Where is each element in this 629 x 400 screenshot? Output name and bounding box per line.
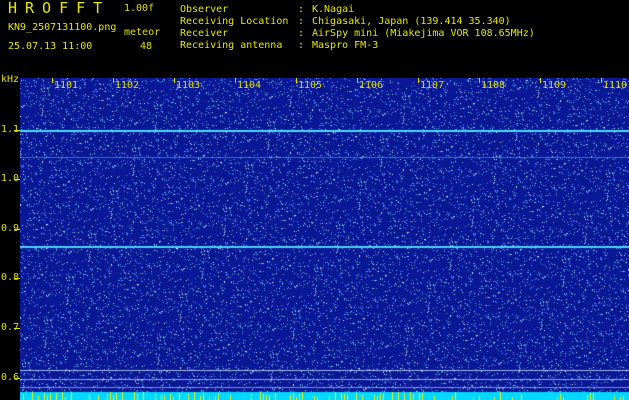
x-tick-label: 1104 bbox=[237, 80, 262, 91]
info-value: Chigasaki, Japan (139.414 35.340) bbox=[312, 16, 511, 27]
x-tick bbox=[418, 78, 419, 83]
meteor-label: meteor bbox=[124, 27, 161, 38]
x-tick-label: 1103 bbox=[176, 80, 201, 91]
info-row-location: Receiving Location: Chigasaki, Japan (139… bbox=[180, 16, 511, 27]
x-tick-label: 1109 bbox=[542, 80, 567, 91]
x-tick bbox=[601, 78, 602, 83]
info-key: Receiving antenna bbox=[180, 40, 283, 51]
info-key: Receiving Location bbox=[180, 16, 289, 27]
x-tick-label: 1106 bbox=[359, 80, 384, 91]
info-value: AirSpy mini (Miakejima VOR 108.65MHz) bbox=[312, 28, 535, 39]
info-key: Receiver bbox=[180, 28, 229, 39]
app-title: HROFFT bbox=[8, 0, 111, 17]
x-tick bbox=[113, 78, 114, 83]
filename-label: KN9_2507131100.png bbox=[8, 22, 117, 33]
info-value: Maspro FM-3 bbox=[312, 40, 379, 51]
info-value: K.Nagai bbox=[312, 4, 355, 15]
y-axis: 1.1 1.0 0.9 0.8 0.7 0.6 bbox=[0, 72, 20, 400]
info-row-antenna: Receiving antenna: Maspro FM-3 bbox=[180, 40, 379, 51]
x-tick bbox=[540, 78, 541, 83]
x-tick-label: 1101 bbox=[54, 80, 79, 91]
datetime-label: 25.07.13 11:00 bbox=[8, 41, 93, 52]
info-key: Observer bbox=[180, 4, 229, 15]
x-tick bbox=[357, 78, 358, 83]
info-row-receiver: Receiver: AirSpy mini (Miakejima VOR 108.… bbox=[180, 28, 535, 39]
x-tick bbox=[52, 78, 53, 83]
x-tick-label: 1110 bbox=[603, 80, 628, 91]
header: HROFFT 1.00f KN9_2507131100.png meteor 2… bbox=[0, 0, 629, 72]
meteor-count: 48 bbox=[140, 41, 153, 52]
x-tick-label: 1102 bbox=[115, 80, 140, 91]
spectrogram-canvas bbox=[20, 78, 629, 400]
x-tick bbox=[174, 78, 175, 83]
info-row-observer: Observer: K.Nagai bbox=[180, 4, 355, 15]
x-tick-label: 1108 bbox=[481, 80, 506, 91]
x-tick-label: 1107 bbox=[420, 80, 445, 91]
x-tick bbox=[235, 78, 236, 83]
x-tick bbox=[296, 78, 297, 83]
x-tick bbox=[479, 78, 480, 83]
spectrogram: 1101 1102 1103 1104 1105 1106 1107 1108 … bbox=[20, 78, 629, 400]
station-info: Observer: K.Nagai Receiving Location: Chig… bbox=[180, 4, 535, 52]
version-label: 1.00f bbox=[124, 3, 155, 14]
x-tick-label: 1105 bbox=[298, 80, 323, 91]
